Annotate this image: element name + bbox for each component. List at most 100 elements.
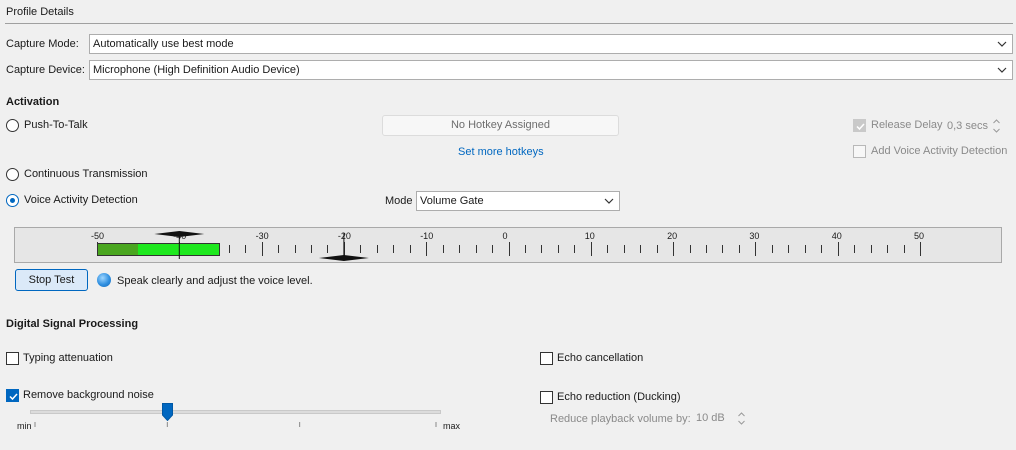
checkbox-icon <box>540 352 553 365</box>
meter-tick-label: 0 <box>502 231 508 241</box>
meter-tick <box>871 245 872 253</box>
meter-tick <box>854 245 855 253</box>
spin-down-icon <box>738 420 745 425</box>
meter-tick-label: -10 <box>420 231 434 241</box>
release-delay-value: 0,3 secs <box>947 120 988 132</box>
echo-cancellation-label: Echo cancellation <box>557 352 644 364</box>
meter-tick <box>805 245 806 253</box>
meter-tick <box>739 245 740 253</box>
meter-tick-label: -40 <box>173 231 187 241</box>
noise-slider-track[interactable] <box>30 410 441 414</box>
checkbox-icon <box>853 145 866 158</box>
voice-activity-radio[interactable]: Voice Activity Detection <box>6 194 166 208</box>
chevron-down-icon <box>997 41 1007 47</box>
meter-tick <box>278 245 279 253</box>
meter-tick <box>377 245 378 253</box>
status-indicator-icon <box>97 273 111 287</box>
meter-tick-label: 30 <box>749 231 760 241</box>
meter-tick <box>591 242 592 256</box>
set-more-hotkeys-link[interactable]: Set more hotkeys <box>458 146 544 158</box>
meter-tick <box>410 245 411 253</box>
meter-tick <box>624 245 625 253</box>
meter-tick <box>887 245 888 253</box>
meter-tick-label: 40 <box>831 231 842 241</box>
capture-device-label: Capture Device: <box>6 64 85 76</box>
continuous-transmission-label: Continuous Transmission <box>24 168 148 180</box>
continuous-transmission-radio[interactable]: Continuous Transmission <box>6 168 166 182</box>
meter-tick <box>690 245 691 253</box>
vad-mode-label: Mode <box>385 195 413 207</box>
meter-tick <box>920 242 921 256</box>
meter-tick <box>657 245 658 253</box>
meter-tick-label: 20 <box>667 231 678 241</box>
slider-max-label: max <box>443 421 461 431</box>
meter-tick <box>574 245 575 253</box>
capture-mode-value: Automatically use best mode <box>93 38 234 50</box>
meter-tick <box>245 245 246 253</box>
meter-tick <box>476 245 477 253</box>
radio-checked-icon <box>6 194 19 207</box>
echo-reduction-checkbox[interactable]: Echo reduction (Ducking) <box>540 391 700 405</box>
meter-tick <box>327 245 328 253</box>
typing-attenuation-checkbox[interactable]: Typing attenuation <box>6 352 146 366</box>
group-title: Profile Details <box>6 6 74 18</box>
activation-title: Activation <box>6 96 60 108</box>
slider-min-label: min <box>17 421 32 431</box>
release-delay-spinner[interactable] <box>992 117 1001 135</box>
meter-tick <box>509 242 510 256</box>
meter-tick <box>459 245 460 253</box>
meter-tick <box>262 242 263 256</box>
meter-tick <box>558 245 559 253</box>
meter-tick <box>607 245 608 253</box>
dsp-title: Digital Signal Processing <box>6 318 139 330</box>
meter-tick-label: -50 <box>91 231 105 241</box>
meter-tick <box>295 245 296 253</box>
add-vad-checkbox[interactable]: Add Voice Activity Detection <box>853 145 1013 159</box>
checkbox-icon <box>853 119 866 132</box>
voice-activity-label: Voice Activity Detection <box>24 194 138 206</box>
reduce-playback-stepper[interactable]: 10 dB <box>692 409 746 428</box>
add-vad-label: Add Voice Activity Detection <box>871 145 1008 157</box>
meter-tick <box>525 245 526 253</box>
capture-mode-select[interactable]: Automatically use best mode <box>89 34 1013 54</box>
hotkey-button[interactable]: No Hotkey Assigned <box>382 115 619 136</box>
meter-tick <box>360 245 361 253</box>
meter-tick <box>706 245 707 253</box>
capture-device-value: Microphone (High Definition Audio Device… <box>93 64 300 76</box>
stop-test-button[interactable]: Stop Test <box>15 269 88 291</box>
spin-up-icon <box>738 412 745 417</box>
remove-noise-label: Remove background noise <box>23 389 154 401</box>
chevron-down-icon <box>604 198 614 204</box>
meter-tick <box>393 245 394 253</box>
meter-tick <box>838 242 839 256</box>
meter-tick <box>673 242 674 256</box>
remove-noise-checkbox[interactable]: Remove background noise <box>6 389 166 403</box>
meter-tick-label: -20 <box>337 231 351 241</box>
meter-tick-label: 10 <box>584 231 595 241</box>
checkbox-checked-icon <box>6 389 19 402</box>
reduce-playback-label: Reduce playback volume by: <box>550 413 691 425</box>
echo-cancellation-checkbox[interactable]: Echo cancellation <box>540 352 680 366</box>
capture-device-select[interactable]: Microphone (High Definition Audio Device… <box>89 60 1013 80</box>
chevron-down-icon <box>997 67 1007 73</box>
vad-mode-select[interactable]: Volume Gate <box>416 191 620 211</box>
push-to-talk-label: Push-To-Talk <box>24 119 88 131</box>
meter-tick <box>541 245 542 253</box>
group-divider <box>5 23 1013 24</box>
checkbox-icon <box>6 352 19 365</box>
meter-tick <box>229 245 230 253</box>
typing-attenuation-label: Typing attenuation <box>23 352 113 364</box>
noise-slider-thumb[interactable] <box>161 403 173 421</box>
meter-tick <box>443 245 444 253</box>
checkbox-icon <box>540 391 553 404</box>
capture-mode-label: Capture Mode: <box>6 38 79 50</box>
meter-tick <box>492 245 493 253</box>
push-to-talk-radio[interactable]: Push-To-Talk <box>6 119 146 133</box>
meter-tick <box>821 245 822 253</box>
meter-tick <box>344 242 345 256</box>
meter-tick <box>640 245 641 253</box>
meter-tick <box>772 245 773 253</box>
test-hint: Speak clearly and adjust the voice level… <box>117 275 313 287</box>
radio-icon <box>6 119 19 132</box>
noise-slider-ticks <box>34 422 437 427</box>
